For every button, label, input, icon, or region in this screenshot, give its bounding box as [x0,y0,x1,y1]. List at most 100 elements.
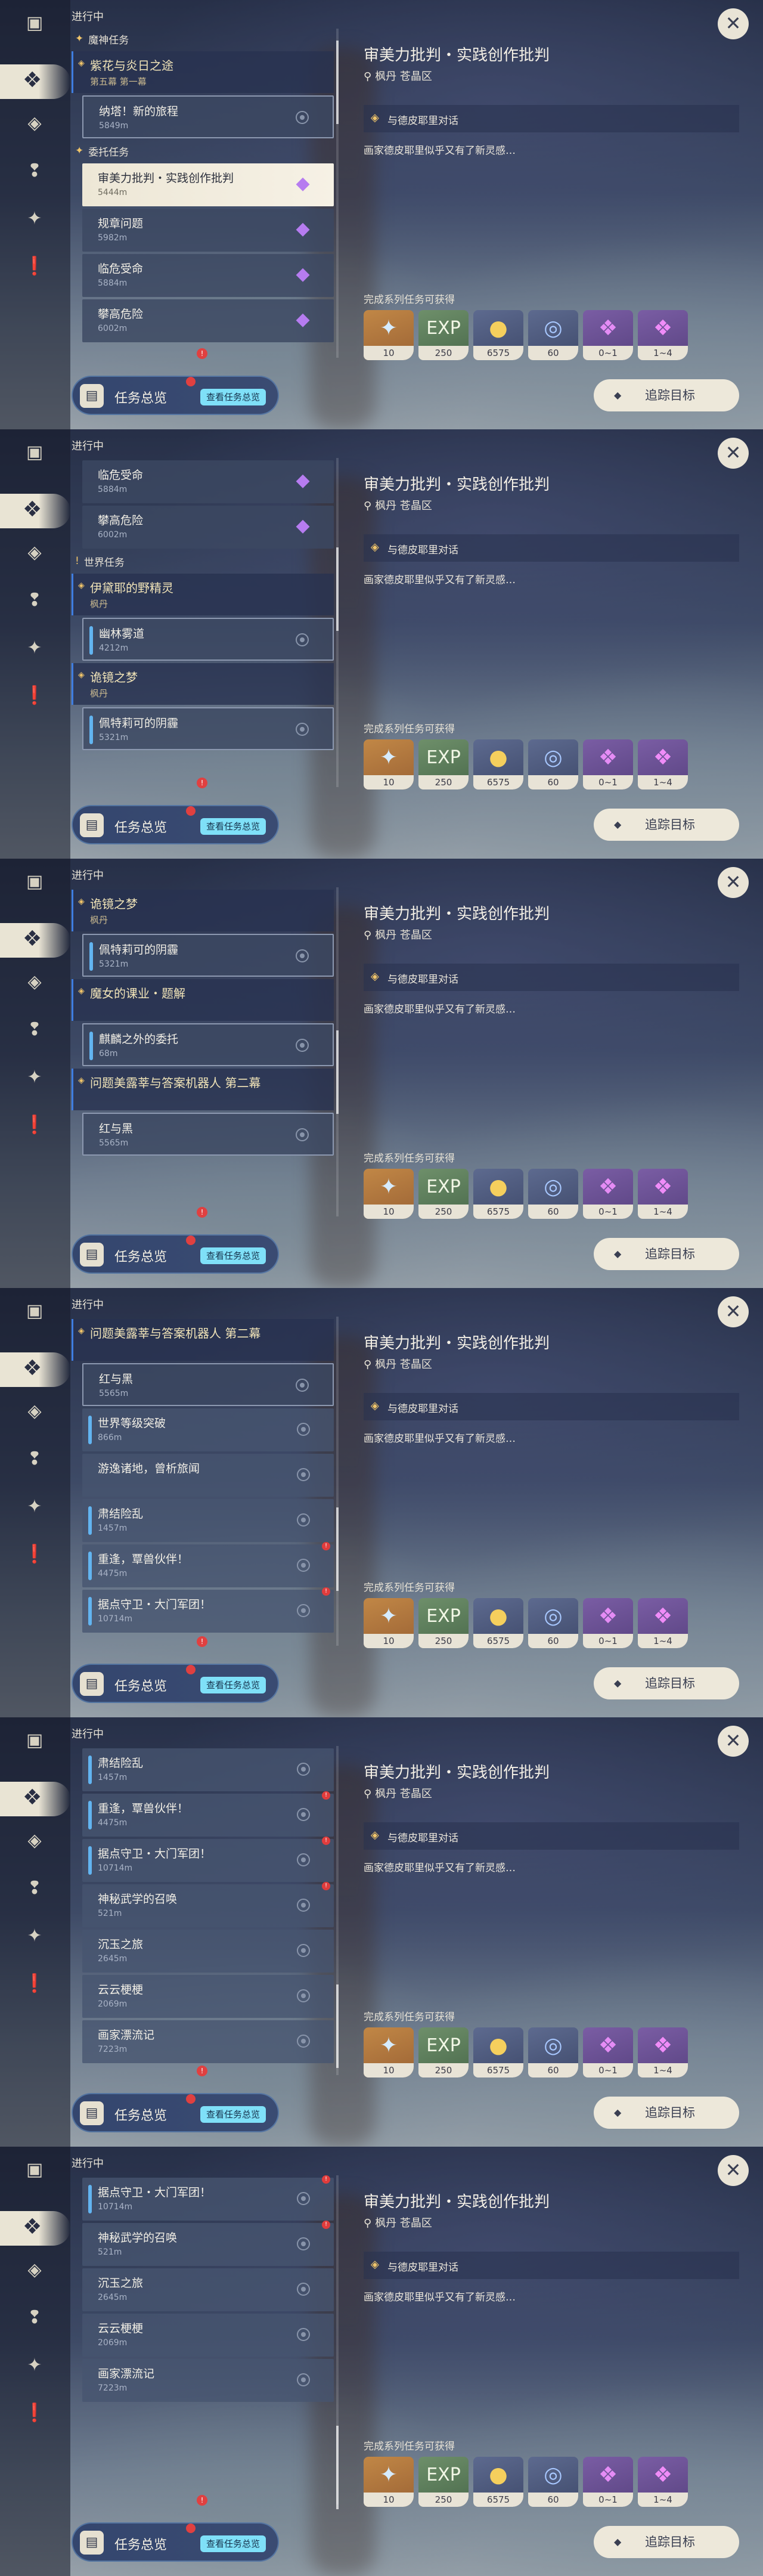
reward-companionship-exp[interactable]: ◎ 60 [528,1169,578,1219]
quest-list-item[interactable]: 沉玉之旅 2645m [82,2268,334,2311]
world-quest-icon[interactable]: ❢ [20,586,49,614]
reward-companionship-exp[interactable]: ◎ 60 [528,2027,578,2077]
reward-mora[interactable]: ● 6575 [473,2027,523,2077]
story-quest-icon[interactable]: ◈ [20,1826,49,1854]
quest-group-header[interactable]: ◈ 问题美露莘与答案机器人 第二幕 [72,1319,334,1361]
reward-primogem[interactable]: ✦ 10 [364,2027,414,2077]
quest-overview-button[interactable]: ▤ 任务总览 查看任务总览 [72,805,279,844]
quest-list-item[interactable]: 云云梗梗 2069m [82,1975,334,2018]
scrollbar[interactable] [336,29,339,358]
notice-icon[interactable]: ❗ [20,252,49,280]
world-quest-icon[interactable]: ❢ [20,156,49,185]
reward-companionship-exp[interactable]: ◎ 60 [528,739,578,789]
quest-list-scroll[interactable]: ✦ 魔神任务 ◈ 紫花与炎日之途 第五幕 第一幕 纳塔！新的旅程 5849m ✦ 委托任务… [72,29,334,358]
reward-crystal-small[interactable]: ❖ 0~1 [583,1169,633,1219]
navigate-icon[interactable] [297,2192,310,2205]
navigate-icon[interactable] [296,1379,309,1392]
close-icon[interactable]: ✕ [718,2155,749,2186]
scrollbar[interactable] [336,887,339,1216]
story-quest-icon[interactable]: ◈ [20,538,49,566]
reward-crystal-large[interactable]: ❖ 1~4 [638,739,688,789]
quest-overview-button[interactable]: ▤ 任务总览 查看任务总览 [72,2522,279,2562]
reward-crystal-large[interactable]: ❖ 1~4 [638,1169,688,1219]
reward-crystal-small[interactable]: ❖ 0~1 [583,2457,633,2507]
reward-crystal-small[interactable]: ❖ 0~1 [583,1598,633,1648]
quest-list-item[interactable]: 据点守卫・大门军团！ 10714m ! [82,1587,334,1633]
quest-overview-button[interactable]: ▤ 任务总览 查看任务总览 [72,2093,279,2132]
quest-book-icon[interactable]: ▣ [20,867,49,896]
quest-overview-button[interactable]: ▤ 任务总览 查看任务总览 [72,376,279,415]
story-quest-icon[interactable]: ◈ [20,967,49,996]
navigate-icon[interactable] [297,2283,310,2296]
scrollbar[interactable] [336,1317,339,1646]
notice-icon[interactable]: ❗ [20,2398,49,2427]
archon-quest-tab[interactable]: ❖ [0,923,70,958]
navigate-icon[interactable] [296,949,309,962]
quest-group-header[interactable]: ◈ 魔女的课业・题解 [72,979,334,1021]
reward-primogem[interactable]: ✦ 10 [364,1169,414,1219]
navigate-icon[interactable] [297,1604,310,1617]
navigate-icon[interactable] [297,1423,310,1436]
quest-list-item[interactable]: 画家漂流记 7223m [82,2359,334,2402]
archon-quest-tab[interactable]: ❖ [0,1352,70,1387]
reward-primogem[interactable]: ✦ 10 [364,2457,414,2507]
quest-list-item[interactable]: 幽林雾道 4212m [82,618,334,661]
reward-mora[interactable]: ● 6575 [473,739,523,789]
scrollbar[interactable] [336,1746,339,2075]
quest-list-item[interactable]: 肃结险乱 1457m [82,1748,334,1791]
track-button[interactable]: 追踪目标 [594,2097,739,2129]
quest-list-item[interactable]: 佩特莉可的阴霾 5321m [82,934,334,977]
quest-list-item[interactable]: 重逢，覃兽伙伴！ 4475m ! [82,1542,334,1587]
navigate-icon[interactable] [297,1559,310,1572]
story-quest-icon[interactable]: ◈ [20,109,49,137]
quest-list-item[interactable]: 规章问题 5982m ◆ [82,209,334,252]
reward-primogem[interactable]: ✦ 10 [364,310,414,360]
reward-mora[interactable]: ● 6575 [473,310,523,360]
track-button[interactable]: 追踪目标 [594,2526,739,2558]
overview-sub-button[interactable]: 查看任务总览 [200,818,266,835]
reward-adventure-exp[interactable]: EXP 250 [418,2457,469,2507]
track-button[interactable]: 追踪目标 [594,379,739,411]
quest-overview-button[interactable]: ▤ 任务总览 查看任务总览 [72,1234,279,1274]
navigate-icon[interactable] [297,2328,310,2341]
quest-list-item[interactable]: 攀高危险 6002m ◆ [82,506,334,549]
quest-overview-button[interactable]: ▤ 任务总览 查看任务总览 [72,1664,279,1703]
quest-list-scroll[interactable]: 临危受命 5884m ◆ 攀高危险 6002m ◆ ! 世界任务 ◈ 伊黛耶的野精灵枫… [72,458,334,787]
overview-sub-button[interactable]: 查看任务总览 [200,2106,266,2123]
close-icon[interactable]: ✕ [718,1296,749,1327]
track-button[interactable]: 追踪目标 [594,809,739,841]
reward-companionship-exp[interactable]: ◎ 60 [528,1598,578,1648]
reward-crystal-large[interactable]: ❖ 1~4 [638,2027,688,2077]
notice-icon[interactable]: ❗ [20,1110,49,1139]
navigate-icon[interactable] [297,2373,310,2386]
navigate-icon[interactable] [296,723,309,736]
event-icon[interactable]: ✦ [20,204,49,233]
close-icon[interactable]: ✕ [718,867,749,898]
quest-list-item[interactable]: 攀高危险 6002m ◆ [82,299,334,342]
quest-list-item[interactable]: 世界等级突破 866m [82,1408,334,1451]
quest-list-item[interactable]: 红与黑 5565m [82,1113,334,1156]
quest-list-item[interactable]: 红与黑 5565m [82,1363,334,1406]
navigate-icon[interactable] [296,1128,309,1141]
close-icon[interactable]: ✕ [718,1726,749,1757]
event-icon[interactable]: ✦ [20,633,49,662]
quest-list-item[interactable]: 重逢，覃兽伙伴！ 4475m ! [82,1791,334,1837]
reward-crystal-large[interactable]: ❖ 1~4 [638,1598,688,1648]
quest-list-item[interactable]: 沉玉之旅 2645m [82,1930,334,1973]
event-icon[interactable]: ✦ [20,1063,49,1091]
notice-icon[interactable]: ❗ [20,1540,49,1568]
overview-sub-button[interactable]: 查看任务总览 [200,1247,266,1264]
quest-book-icon[interactable]: ▣ [20,8,49,37]
quest-group-header[interactable]: ◈ 诡镜之梦 枫丹 [72,663,334,705]
quest-list-item[interactable]: 审美力批判・实践创作批判 5444m ◆ [82,163,334,206]
quest-list-item[interactable]: 画家漂流记 7223m [82,2020,334,2063]
reward-mora[interactable]: ● 6575 [473,1169,523,1219]
quest-list-item[interactable]: 据点守卫・大门军团！ 10714m ! [82,1837,334,1882]
reward-crystal-large[interactable]: ❖ 1~4 [638,310,688,360]
reward-adventure-exp[interactable]: EXP 250 [418,1598,469,1648]
notice-icon[interactable]: ❗ [20,681,49,710]
navigate-icon[interactable] [297,1513,310,1527]
story-quest-icon[interactable]: ◈ [20,1397,49,1425]
quest-list-item[interactable]: 神秘武学的召唤 521m ! [82,1882,334,1927]
event-icon[interactable]: ✦ [20,1921,49,1950]
